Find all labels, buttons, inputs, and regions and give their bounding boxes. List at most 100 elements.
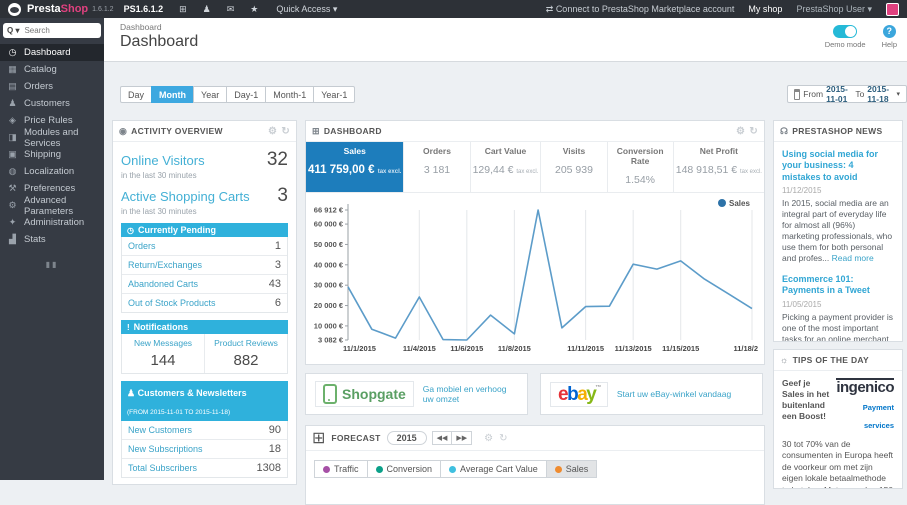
news-article: Using social media for your business: 4 …	[782, 149, 894, 263]
bell-icon: !	[127, 322, 130, 332]
forecast-legend-sales[interactable]: Sales	[545, 460, 598, 478]
sidebar-item-stats[interactable]: ▟ Stats	[0, 231, 104, 248]
average-cart-value-dot-icon	[449, 465, 457, 473]
gear-icon[interactable]: ⚙	[268, 126, 277, 137]
product-reviews-cell[interactable]: Product Reviews 882	[204, 334, 287, 373]
abandoned-carts-row: Abandoned Carts 43	[122, 275, 287, 294]
online-visitors-link[interactable]: Online Visitors	[121, 153, 267, 168]
mail-icon[interactable]: ✉	[227, 4, 235, 15]
range-day-1-button[interactable]: Day-1	[226, 86, 267, 103]
pending-returns-link[interactable]: Return/Exchanges	[128, 260, 275, 270]
prestashop-logo[interactable]	[8, 2, 21, 16]
quick-access-menu[interactable]: Quick Access ▾	[276, 4, 337, 15]
shopgate-link[interactable]: Ga mobiel en verhoog uw omzet	[423, 384, 518, 404]
date-range-buttons: Day Month Year Day-1 Month-1 Year-1	[120, 86, 356, 103]
refresh-icon[interactable]: ↻	[749, 126, 758, 137]
range-day-button[interactable]: Day	[120, 86, 153, 103]
marketplace-connect-link[interactable]: ⇄ Connect to PrestaShop Marketplace acco…	[546, 4, 735, 15]
new-customers-link[interactable]: New Customers	[128, 425, 269, 435]
forecast-year[interactable]: 2015	[386, 431, 427, 445]
forecast-prev-button[interactable]: ◀◀	[431, 431, 453, 445]
new-messages-cell[interactable]: New Messages 144	[122, 334, 204, 373]
search-scope-dropdown[interactable]: Q ▾	[7, 26, 19, 35]
svg-text:66 912 €: 66 912 €	[314, 206, 344, 215]
kpi-orders[interactable]: Orders 3 181	[404, 142, 471, 192]
sidebar-item-administration[interactable]: ✦ Administration	[0, 214, 104, 231]
pending-orders-link[interactable]: Orders	[128, 241, 275, 251]
active-carts-link[interactable]: Active Shopping Carts	[121, 189, 277, 204]
read-more-link[interactable]: Read more	[832, 253, 874, 263]
refresh-icon[interactable]: ↻	[499, 433, 507, 444]
user-icon[interactable]: ♟	[203, 4, 211, 15]
abandoned-carts-link[interactable]: Abandoned Carts	[128, 279, 269, 289]
forecast-next-button[interactable]: ▶▶	[451, 431, 473, 445]
out-of-stock-link[interactable]: Out of Stock Products	[128, 298, 275, 308]
conversion-dot-icon	[375, 465, 383, 473]
kpi-visits[interactable]: Visits 205 939	[541, 142, 608, 192]
online-visitors-value: 32	[266, 149, 288, 170]
range-year-1-button[interactable]: Year-1	[313, 86, 356, 103]
news-article-title-link[interactable]: Using social media for your business: 4 …	[782, 149, 894, 183]
trophy-icon[interactable]: ★	[250, 4, 258, 15]
breadcrumb[interactable]: Dashboard	[120, 22, 162, 32]
notifications-header: ! Notifications	[121, 320, 288, 334]
sidebar: Q ▾ ◷Dashboard ▦Catalog ▤Orders ♟Custome…	[0, 18, 104, 480]
gear-icon[interactable]: ⚙	[484, 433, 493, 444]
localization-icon: ◍	[8, 166, 17, 176]
range-month-1-button[interactable]: Month-1	[265, 86, 315, 103]
user-avatar[interactable]	[886, 2, 899, 16]
sidebar-item-shipping[interactable]: ▣ Shipping	[0, 146, 104, 163]
clock-icon: ◷	[127, 225, 134, 235]
date-range-picker[interactable]: From 2015-11-01 To 2015-11-18 ▾	[787, 84, 907, 104]
cart-icon[interactable]: ⊞	[179, 4, 187, 15]
sidebar-item-orders[interactable]: ▤ Orders	[0, 78, 104, 95]
new-subscriptions-link[interactable]: New Subscriptions	[128, 444, 269, 454]
refresh-icon[interactable]: ↻	[281, 126, 290, 137]
ebay-link[interactable]: Start uw eBay-winkel vandaag	[617, 389, 731, 399]
my-shop-link[interactable]: My shop	[748, 4, 782, 14]
gear-icon[interactable]: ⚙	[736, 126, 745, 137]
forecast-legend-traffic[interactable]: Traffic	[314, 460, 368, 478]
search-input[interactable]	[22, 25, 81, 36]
modules-icon: ◨	[8, 132, 17, 142]
kpi-conversion-rate[interactable]: Conversion Rate 1.54%	[608, 142, 674, 192]
range-month-button[interactable]: Month	[151, 86, 195, 103]
active-carts-value: 3	[277, 185, 288, 206]
svg-text:11/13/2015: 11/13/2015	[615, 344, 652, 353]
sidebar-collapse-button[interactable]: ▮▮	[0, 260, 104, 269]
dashboard-panel: ⊞ DASHBOARD ⚙ ↻ Sales 411 759,00 € tax ex…	[305, 120, 765, 365]
kpi-net-profit[interactable]: Net Profit 148 918,51 € tax excl.	[674, 142, 764, 192]
new-subscriptions-row: New Subscriptions 18	[122, 440, 287, 459]
svg-text:30 000 €: 30 000 €	[314, 281, 344, 290]
ebay-module-card: ebay™ Start uw eBay-winkel vandaag	[540, 373, 763, 415]
activity-icon: ◉	[119, 125, 128, 136]
svg-text:3 082 €: 3 082 €	[318, 336, 344, 345]
total-subscribers-row: Total Subscribers 1308	[128, 462, 281, 474]
sidebar-item-dashboard[interactable]: ◷ Dashboard	[0, 44, 104, 61]
demo-mode-toggle[interactable]	[833, 25, 858, 38]
news-article-title-link[interactable]: Ecommerce 101: Payments in a Tweet	[782, 274, 894, 297]
demo-mode-control: Demo mode	[825, 25, 866, 49]
user-menu[interactable]: PrestaShop User ▾	[796, 4, 872, 15]
range-year-button[interactable]: Year	[193, 86, 228, 103]
new-customers-row: New Customers 90	[122, 421, 287, 440]
customers-icon: ♟	[8, 98, 17, 108]
sidebar-item-catalog[interactable]: ▦ Catalog	[0, 61, 104, 78]
sidebar-item-customers[interactable]: ♟ Customers	[0, 95, 104, 112]
kpi-cart-value[interactable]: Cart Value 129,44 € tax excl.	[471, 142, 542, 192]
tips-heading: Geef je Sales in het buitenland een Boos…	[782, 378, 830, 422]
demo-mode-label: Demo mode	[824, 40, 866, 49]
help-icon[interactable]: ?	[882, 25, 896, 38]
forecast-legend-conversion[interactable]: Conversion	[366, 460, 442, 478]
kpi-sales[interactable]: Sales 411 759,00 € tax excl.	[306, 142, 405, 192]
sidebar-item-modules[interactable]: ◨ Modules and Services	[0, 127, 104, 149]
forecast-legend-average-cart-value[interactable]: Average Cart Value	[440, 460, 547, 478]
administration-icon: ✦	[8, 217, 17, 227]
customers-icon: ♟	[127, 388, 138, 398]
ebay-logo: ebay™	[550, 381, 608, 407]
forecast-panel: ⊞ FORECAST 2015 ◀◀ ▶▶ ⚙ ↻ Traffic Conver…	[305, 425, 765, 505]
sidebar-search[interactable]: Q ▾	[3, 23, 101, 38]
sidebar-item-advanced-parameters[interactable]: ⚙ Advanced Parameters	[0, 195, 104, 217]
sidebar-item-localization[interactable]: ◍ Localization	[0, 163, 104, 180]
total-subscribers-link[interactable]: Total Subscribers	[128, 463, 257, 473]
